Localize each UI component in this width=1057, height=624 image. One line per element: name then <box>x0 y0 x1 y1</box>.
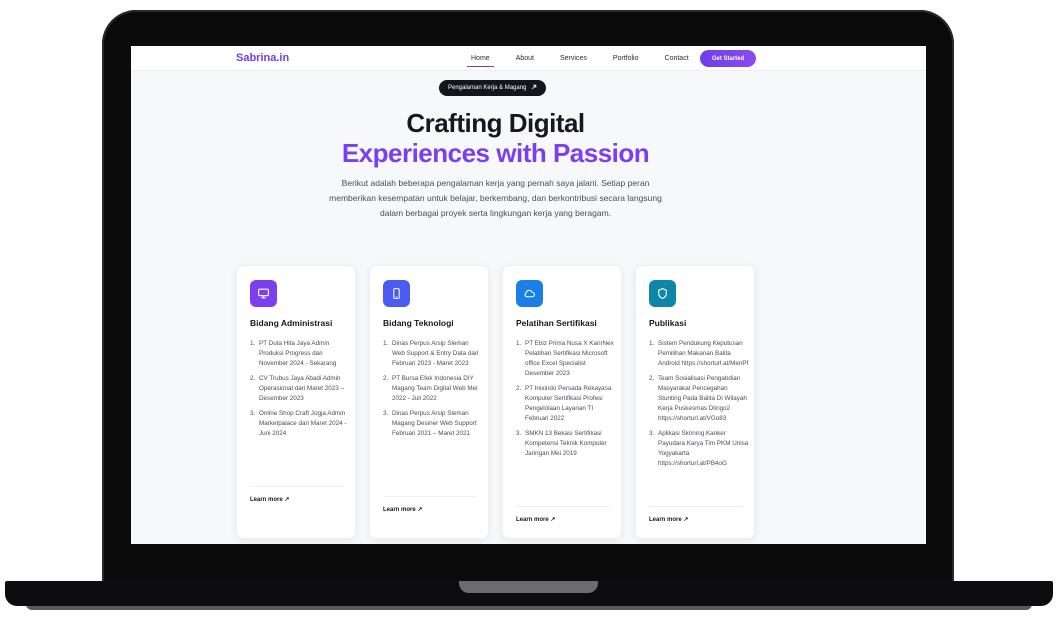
list-item: 1. PT Ebiz Prima Nusa X KarirNex Pelatiha… <box>516 340 614 377</box>
card-list: 1. Dinas Perpus Arsip Sleman Web Support … <box>383 339 483 444</box>
list-item: 1. PT Duta Hita Jaya Admin Produksi Progr… <box>250 340 337 367</box>
list-item: 3. Dinas Perpus Arsip Sleman Magang Desin… <box>383 410 477 437</box>
browser-viewport: Sabrina.in Home About Services Portfolio… <box>131 46 926 544</box>
card-list: 1. PT Ebiz Prima Nusa X KarirNex Pelatiha… <box>516 339 616 464</box>
list-item: 3. Aplikasi Skrining Kanker Payudara Kary… <box>649 430 749 467</box>
shield-icon <box>649 280 676 307</box>
list-item: 2. PT Bursa Efek Indonesia DIY Magang Tea… <box>383 375 478 402</box>
nav-link-services[interactable]: Services <box>560 55 587 62</box>
divider <box>383 496 477 497</box>
nav-links: Home About Services Portfolio Contact <box>467 46 715 71</box>
learn-more-link[interactable]: Learn more ↗ <box>649 516 688 523</box>
nav-link-about[interactable]: About <box>516 55 534 62</box>
badge-label: Pengalaman Kerja & Magang <box>448 85 527 91</box>
list-item: 2. PT Inixindo Persada Rekayasa Komputer … <box>516 385 612 422</box>
card-title: Bidang Teknologi <box>383 318 454 328</box>
card-sertifikasi: Pelatihan Sertifikasi 1. PT Ebiz Prima Nu… <box>502 265 622 539</box>
card-list: 1. PT Duta Hita Jaya Admin Produksi Progr… <box>250 339 350 444</box>
card-title: Publikasi <box>649 318 687 328</box>
navbar: Sabrina.in Home About Services Portfolio… <box>131 46 926 71</box>
hero-title-line1: Crafting Digital <box>406 108 585 138</box>
learn-more-link[interactable]: Learn more ↗ <box>383 506 422 513</box>
list-item: 1. Dinas Perpus Arsip Sleman Web Support … <box>383 340 479 367</box>
brand-logo[interactable]: Sabrina.in <box>236 52 289 64</box>
nav-link-portfolio[interactable]: Portfolio <box>613 55 639 62</box>
arrow-up-right-icon <box>531 84 537 92</box>
list-item: 3. Online Shop Craft Jogja Admin Marketpa… <box>250 410 347 437</box>
divider <box>649 506 743 507</box>
list-item: 3. SMKN 13 Bekasi Sertifikasi Kompetensi … <box>516 430 607 457</box>
card-teknologi: Bidang Teknologi 1. Dinas Perpus Arsip Sl… <box>369 265 489 539</box>
divider <box>516 506 610 507</box>
card-administrasi: Bidang Administrasi 1. PT Duta Hita Jaya … <box>236 265 356 539</box>
card-publikasi: Publikasi 1. Sistem Pendukung Keputusan P… <box>635 265 755 539</box>
hero-title-line2: Experiences with Passion <box>341 138 650 168</box>
experience-badge[interactable]: Pengalaman Kerja & Magang <box>439 80 547 96</box>
hero-description: Berikut adalah beberapa pengalaman kerja… <box>329 178 662 218</box>
learn-more-link[interactable]: Learn more ↗ <box>516 516 555 523</box>
nav-link-contact[interactable]: Contact <box>665 55 689 62</box>
laptop-hinge-notch <box>459 581 598 593</box>
learn-more-link[interactable]: Learn more ↗ <box>250 496 289 503</box>
get-started-button[interactable]: Get Started <box>700 50 756 67</box>
cloud-icon <box>516 280 543 307</box>
card-title: Bidang Administrasi <box>250 318 333 328</box>
smartphone-icon <box>383 280 410 307</box>
monitor-icon <box>250 280 277 307</box>
list-item: 1. Sistem Pendukung Keputusan Pemilihan M… <box>649 340 749 367</box>
list-item: 2. Team Sosialisasi Pengabdian Masyarakat… <box>649 375 747 422</box>
card-title: Pelatihan Sertifikasi <box>516 318 597 328</box>
divider <box>250 486 344 487</box>
card-list: 1. Sistem Pendukung Keputusan Pemilihan M… <box>649 339 749 474</box>
nav-link-home[interactable]: Home <box>467 55 494 67</box>
list-item: 2. CV Trubus Jaya Abadi Admin Operasional… <box>250 375 345 402</box>
